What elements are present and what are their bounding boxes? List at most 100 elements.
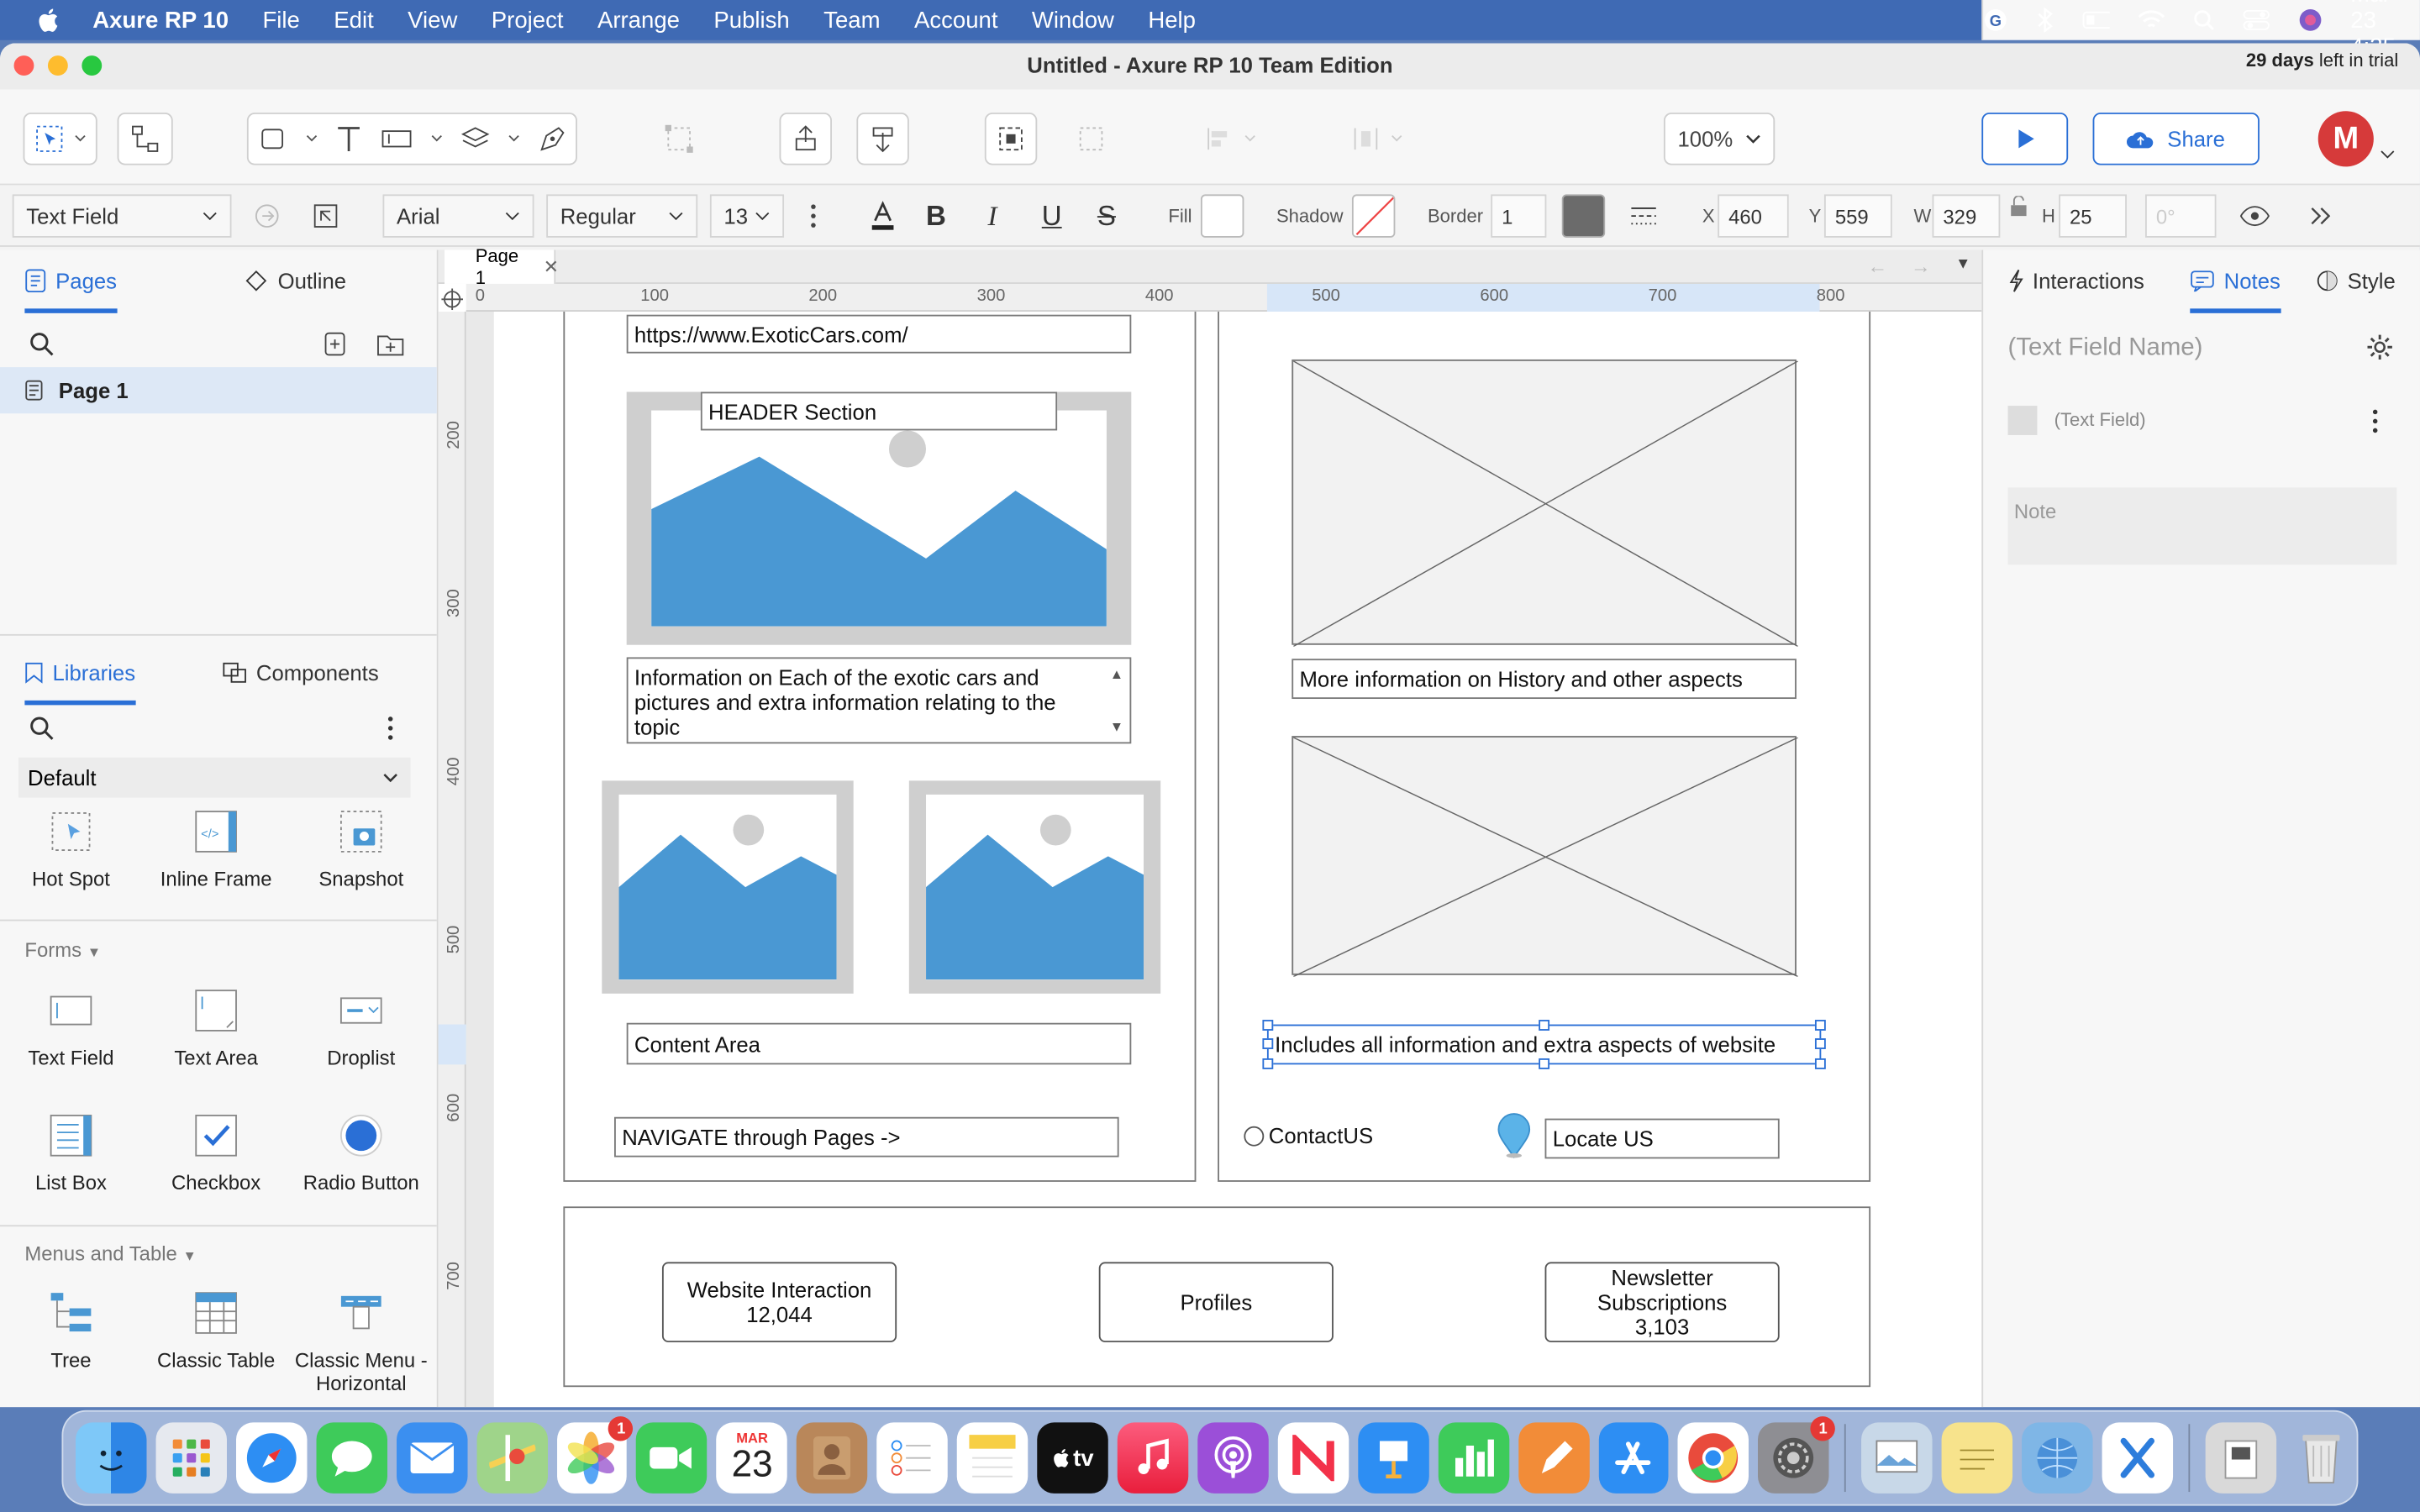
menu-window[interactable]: Window [1032, 7, 1114, 33]
control-center-icon[interactable] [2243, 8, 2270, 32]
zoom-select[interactable]: 100% [1663, 113, 1776, 165]
align-menu-button[interactable] [1196, 113, 1264, 165]
apple-icon[interactable] [34, 5, 65, 36]
send-back-button[interactable] [856, 113, 909, 165]
image-placeholder-1[interactable] [1292, 359, 1799, 648]
tab-outline[interactable]: Outline [244, 269, 346, 293]
library-tree[interactable]: Tree [2, 1287, 140, 1372]
newsletter-button[interactable]: Newsletter Subscriptions 3,103 [1544, 1262, 1780, 1342]
library-list-box[interactable]: List Box [2, 1110, 140, 1194]
locate-field[interactable]: Locate US [1544, 1118, 1780, 1159]
share-button[interactable]: Share [2092, 113, 2260, 165]
menu-app-name[interactable]: Axure RP 10 [92, 7, 229, 33]
y-position-input[interactable]: 559 [1823, 194, 1892, 238]
user-avatar[interactable]: M [2317, 111, 2374, 167]
library-select[interactable]: Default [18, 757, 411, 798]
content-area-field[interactable]: Content Area [626, 1022, 1132, 1065]
chevron-down-icon[interactable] [507, 134, 519, 144]
layers-icon[interactable] [459, 123, 490, 155]
group-button[interactable] [656, 113, 702, 165]
dock-notes[interactable] [957, 1422, 1028, 1494]
page-tree-item[interactable]: Page 1 [0, 367, 437, 414]
rotation-input[interactable]: 0° [2145, 194, 2217, 238]
scroll-up-icon[interactable]: ▲ [1110, 662, 1123, 686]
font-color-icon[interactable] [869, 201, 897, 244]
border-width-input[interactable]: 1 [1491, 194, 1547, 238]
dock-reminders[interactable] [876, 1422, 948, 1494]
menu-arrange[interactable]: Arrange [597, 7, 680, 33]
library-checkbox[interactable]: Checkbox [146, 1110, 285, 1194]
doc-tab-page1[interactable]: Page 1 ✕ [444, 245, 559, 288]
gear-icon[interactable] [2366, 333, 2394, 361]
dock-news[interactable] [1277, 1422, 1349, 1494]
connector-tool-button[interactable] [117, 113, 173, 165]
menus-section-title[interactable]: Menus and Table ▼ [24, 1242, 196, 1266]
library-classic-menu[interactable]: Classic Menu - Horizontal [286, 1287, 437, 1394]
text-field-tool-icon[interactable] [379, 123, 413, 155]
dock-downloads[interactable] [2205, 1422, 2276, 1494]
border-style-icon[interactable] [1630, 203, 1658, 246]
dock-keynote[interactable] [1357, 1422, 1429, 1494]
dock-axure[interactable] [2102, 1422, 2174, 1494]
dock-stickies[interactable] [1941, 1422, 2013, 1494]
scroll-down-icon[interactable]: ▼ [1110, 714, 1123, 738]
menu-file[interactable]: File [262, 7, 299, 33]
dock-podcasts[interactable] [1197, 1422, 1269, 1494]
x-position-input[interactable]: 460 [1718, 194, 1789, 238]
more-options-icon[interactable] [2372, 409, 2378, 433]
more-info-field[interactable]: More information on History and other as… [1292, 659, 1797, 700]
profiles-button[interactable]: Profiles [1098, 1262, 1334, 1342]
italic-button[interactable]: I [987, 194, 997, 237]
website-interaction-button[interactable]: Website Interaction 12,044 [661, 1262, 897, 1342]
note-textarea[interactable]: Note [2007, 487, 2397, 565]
visibility-eye-icon[interactable] [2239, 205, 2270, 248]
library-search-icon[interactable] [29, 716, 54, 740]
dock-network[interactable] [2022, 1422, 2093, 1494]
dock-messages[interactable] [316, 1422, 387, 1494]
tabs-menu-icon[interactable]: ▼ [1955, 256, 1970, 273]
tab-interactions[interactable]: Interactions [2008, 269, 2144, 293]
add-page-icon[interactable] [324, 332, 346, 356]
tab-libraries[interactable]: Libraries [24, 660, 135, 706]
forward-arrow-icon[interactable]: → [1911, 255, 1931, 278]
library-text-area[interactable]: Text Area [146, 984, 285, 1069]
wifi-icon[interactable] [2138, 8, 2165, 32]
bold-button[interactable]: B [926, 194, 946, 237]
menu-edit[interactable]: Edit [334, 7, 373, 33]
more-options-icon[interactable] [810, 203, 816, 246]
bluetooth-icon[interactable] [2036, 8, 2054, 33]
strikethrough-button[interactable]: S [1097, 194, 1116, 237]
select-mode-button[interactable] [23, 113, 97, 165]
font-family-select[interactable]: Arial [382, 194, 534, 238]
dock-preview[interactable] [1861, 1422, 1933, 1494]
font-size-select[interactable]: 13 [709, 194, 785, 238]
menu-help[interactable]: Help [1148, 7, 1196, 33]
spotlight-search-icon[interactable] [2193, 8, 2215, 32]
font-style-select[interactable]: Regular [546, 194, 698, 238]
library-hot-spot[interactable]: Hot Spot [2, 806, 140, 890]
close-tab-icon[interactable]: ✕ [544, 256, 559, 278]
ruler-origin-icon[interactable] [441, 288, 464, 311]
forms-section-title[interactable]: Forms ▼ [24, 938, 101, 962]
lock-aspect-icon[interactable] [2009, 196, 2028, 239]
text-tool-icon[interactable] [334, 123, 362, 155]
dock-system-settings[interactable]: 1 [1758, 1416, 1836, 1494]
info-text-area[interactable]: Information on Each of the exotic cars a… [626, 657, 1132, 744]
map-pin-icon[interactable] [1496, 1112, 1533, 1159]
dock-calendar[interactable]: MAR 23 [716, 1422, 788, 1494]
dock-maps[interactable] [476, 1422, 548, 1494]
chevron-down-icon[interactable] [430, 134, 443, 144]
tab-pages[interactable]: Pages [24, 269, 118, 313]
interaction-style-icon[interactable] [253, 202, 281, 245]
library-snapshot[interactable]: Snapshot [292, 806, 430, 890]
width-input[interactable]: 329 [1932, 194, 2001, 238]
height-input[interactable]: 25 [2059, 194, 2127, 238]
siri-icon[interactable] [2298, 8, 2323, 32]
library-droplist[interactable]: Droplist [292, 984, 430, 1069]
dock-trash[interactable] [2286, 1422, 2356, 1493]
inherit-style-icon[interactable] [312, 202, 339, 245]
border-color-swatch[interactable] [1561, 194, 1606, 238]
align-button[interactable] [984, 113, 1038, 165]
chevron-down-icon[interactable] [2380, 150, 2395, 159]
fill-color-swatch[interactable] [1200, 194, 1244, 238]
